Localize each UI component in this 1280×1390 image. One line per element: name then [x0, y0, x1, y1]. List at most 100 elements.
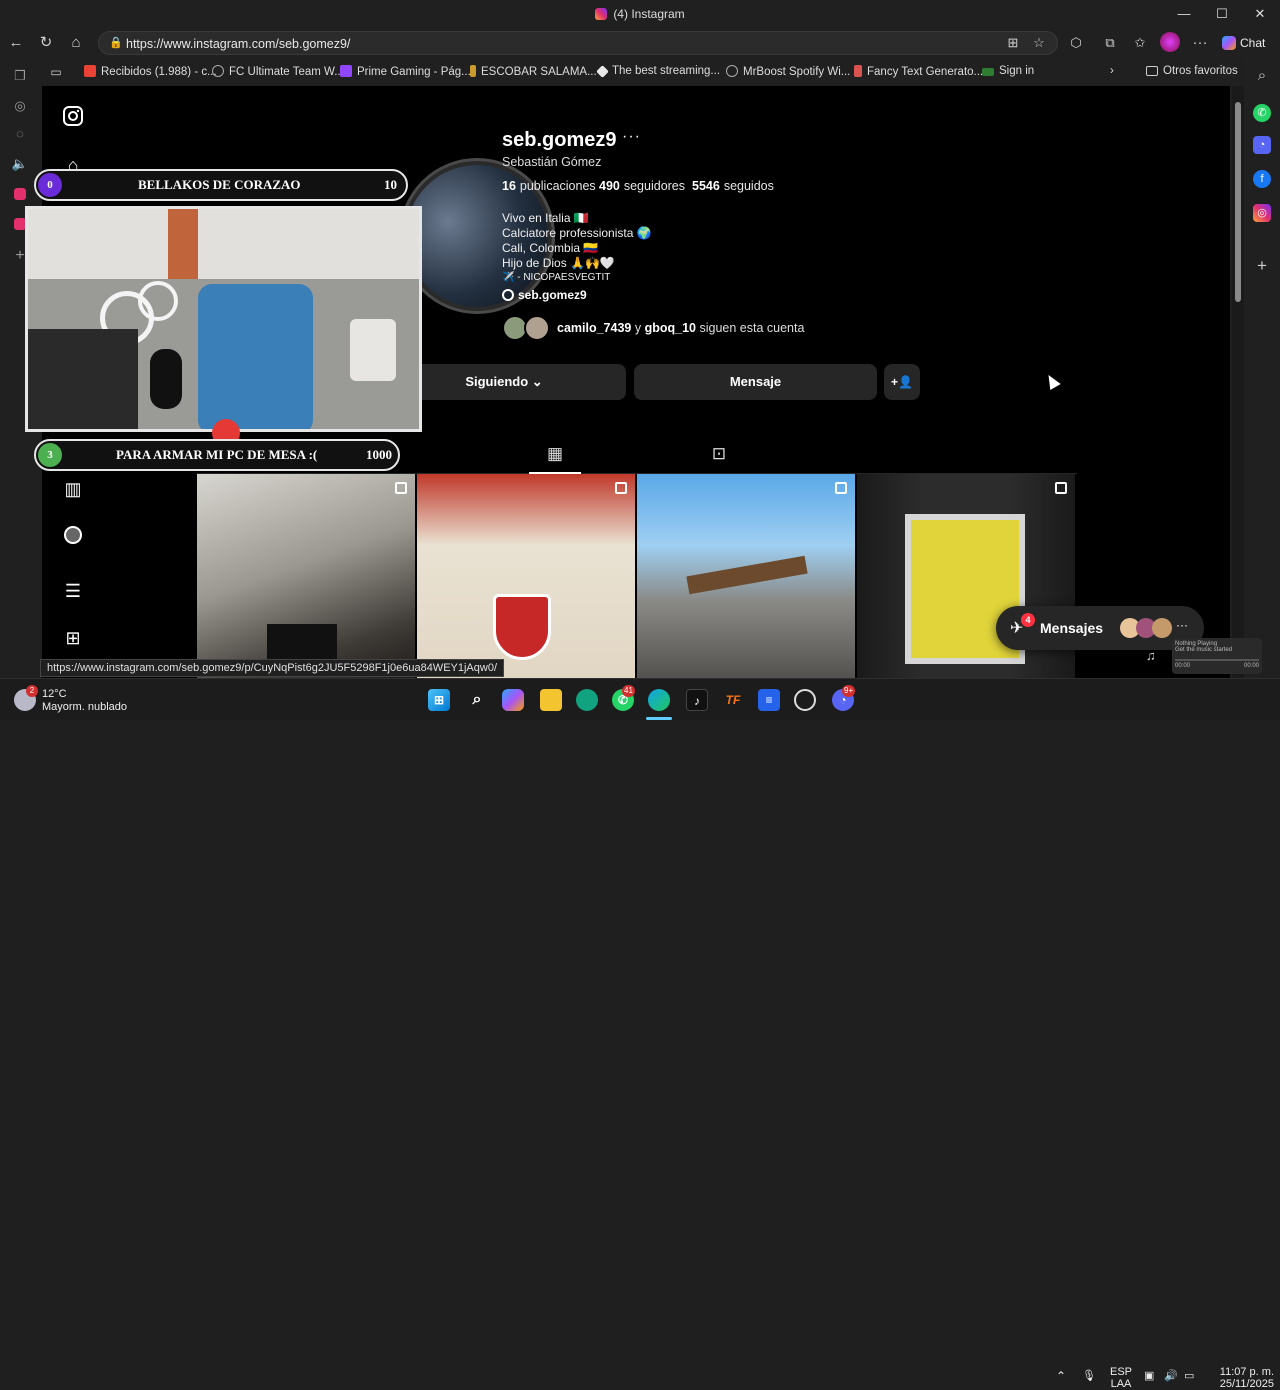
- instagram-logo-icon[interactable]: [62, 105, 84, 127]
- facebook-icon[interactable]: f: [1253, 170, 1271, 188]
- discord-icon[interactable]: ◔: [1253, 136, 1271, 154]
- bookmark-item[interactable]: The best streaming...: [596, 65, 720, 78]
- maximize-button[interactable]: ☐: [1210, 4, 1234, 24]
- battery-icon[interactable]: ▭: [1184, 1369, 1194, 1382]
- bookmark-item[interactable]: MrBoost Spotify Wi...: [726, 65, 850, 78]
- language-indicator[interactable]: ESP LAA: [1106, 1366, 1136, 1390]
- post-thumbnail[interactable]: [417, 474, 635, 678]
- tab-icon[interactable]: ◌: [10, 124, 30, 144]
- music-widget[interactable]: Nothing Playing Get the music started 00…: [1172, 638, 1262, 674]
- home-icon[interactable]: ⌂: [66, 33, 86, 53]
- back-icon[interactable]: ←: [6, 33, 26, 53]
- tiktok-icon[interactable]: ♪: [686, 689, 708, 711]
- bio-line: Cali, Colombia 🇨🇴: [502, 241, 599, 255]
- more-apps-icon[interactable]: ⊞: [62, 627, 84, 649]
- bookmark-item[interactable]: Prime Gaming - Pág...: [340, 65, 471, 78]
- tab-actions-icon[interactable]: ❐: [10, 66, 30, 86]
- discord-badge: 9+: [842, 685, 856, 697]
- other-favorites[interactable]: Otros favoritos: [1146, 65, 1238, 77]
- scoreboard: [267, 624, 337, 664]
- edge-browser-icon[interactable]: [648, 689, 670, 711]
- search-icon[interactable]: ⌕: [466, 689, 488, 711]
- building-sign: [686, 555, 808, 595]
- bookmark-item[interactable]: FC Ultimate Team W...: [212, 65, 344, 78]
- suggest-people-icon[interactable]: +👤: [884, 364, 920, 400]
- menu-icon[interactable]: ☰: [62, 580, 84, 602]
- tab-icon[interactable]: ◎: [10, 96, 30, 116]
- whatsapp-icon[interactable]: ✆: [1253, 104, 1271, 122]
- goal-badge: 3: [38, 443, 62, 467]
- bookmark-item[interactable]: Fancy Text Generato...: [854, 65, 983, 78]
- music-subtitle: Get the music started: [1175, 647, 1233, 653]
- clock[interactable]: 11:07 p. m. 25/11/2025: [1204, 1366, 1274, 1390]
- file-explorer-icon[interactable]: [540, 689, 562, 711]
- minimize-button[interactable]: —: [1172, 4, 1196, 24]
- notepad-icon[interactable]: ≡: [758, 689, 780, 711]
- more-menu-icon[interactable]: ···: [1190, 33, 1210, 53]
- typeframe-icon[interactable]: TF: [722, 689, 744, 711]
- extensions-icon[interactable]: ⬡: [1066, 33, 1086, 53]
- follower-avatar[interactable]: [524, 315, 550, 341]
- favorites-icon[interactable]: ✩: [1130, 33, 1150, 53]
- favorite-star-icon[interactable]: ☆: [1029, 33, 1049, 53]
- following-link[interactable]: 5546 seguidos: [692, 179, 774, 193]
- globe-icon: [212, 65, 224, 77]
- post-thumbnail[interactable]: [637, 474, 855, 678]
- instagram-icon[interactable]: ◎: [1253, 204, 1271, 222]
- profile-full-name: Sebastián Gómez: [502, 155, 602, 169]
- volume-icon[interactable]: 🔊: [1164, 1369, 1178, 1382]
- weather-description[interactable]: Mayorm. nublado: [42, 701, 127, 713]
- dashboard-icon[interactable]: ▥: [62, 478, 84, 500]
- profile-avatar[interactable]: [1160, 32, 1180, 52]
- network-icon[interactable]: ▣: [1144, 1369, 1154, 1382]
- status-url-tooltip: https://www.instagram.com/seb.gomez9/p/C…: [40, 659, 505, 677]
- bookmark-item[interactable]: Sign in: [982, 65, 1034, 77]
- address-bar[interactable]: 🔒 https://www.instagram.com/seb.gomez9/ …: [98, 31, 1058, 55]
- tagged-icon[interactable]: ⊡: [709, 444, 729, 464]
- options-icon[interactable]: ···: [622, 128, 641, 146]
- bookmark-item[interactable]: Recibidos (1.988) - c...: [84, 65, 217, 78]
- message-button[interactable]: Mensaje: [634, 364, 877, 400]
- music-time-total: 00:00: [1243, 663, 1259, 669]
- search-icon[interactable]: ⌕: [1252, 66, 1272, 86]
- post-thumbnail[interactable]: [197, 474, 415, 678]
- page-scrollbar[interactable]: [1232, 86, 1244, 678]
- profile-avatar[interactable]: [64, 526, 82, 544]
- weather-badge: 2: [26, 685, 38, 697]
- right-sidebar: ⌕ ✆ ◔ f ◎ +: [1244, 58, 1280, 678]
- reading-list-icon[interactable]: ▭: [46, 62, 66, 82]
- windows-start-icon[interactable]: ⊞: [428, 689, 450, 711]
- followers-link[interactable]: 490 seguidores: [599, 179, 685, 193]
- apps-icon[interactable]: ⊞: [1003, 33, 1023, 53]
- refresh-icon[interactable]: ↻: [36, 33, 56, 53]
- profile-username: seb.gomez9: [502, 129, 617, 151]
- tray-chevron-icon[interactable]: ⌃: [1056, 1369, 1066, 1383]
- followed-by-text[interactable]: camilo_7439 y gboq_10 siguen esta cuenta: [557, 321, 804, 335]
- microphone-icon[interactable]: 🎙: [1082, 1369, 1096, 1382]
- unread-badge: 4: [1021, 613, 1035, 627]
- bio-line: Calciatore professionista 🌍: [502, 226, 652, 240]
- bookmarks-bar: ▭ Recibidos (1.988) - c... FC Ultimate T…: [40, 58, 1240, 86]
- app-icon[interactable]: [576, 689, 598, 711]
- posts-grid-icon[interactable]: ▦: [545, 444, 565, 464]
- goal-target: 1000: [366, 447, 392, 462]
- bookmark-icon: [854, 65, 862, 77]
- taskbar: 2 ⊞ ⌕ ✆ 41 ♪ TF ≡ ◔ 9+ ⌃ 🎙 ESP LAA ▣ 🔊 ▭ …: [0, 678, 1280, 1390]
- weather-temperature[interactable]: 12°C: [42, 688, 67, 700]
- instagram-tab-icon[interactable]: [14, 188, 26, 200]
- split-screen-icon[interactable]: ⧉: [1100, 33, 1120, 53]
- goal-title: BELLAKOS DE CORAZAO: [138, 177, 301, 192]
- more-icon[interactable]: ···: [1176, 618, 1188, 632]
- bookmarks-more-chevron-icon[interactable]: ›: [1110, 65, 1114, 77]
- music-note-icon: ♫: [1146, 648, 1156, 663]
- bookmark-item[interactable]: ESCOBAR SALAMA...: [470, 65, 597, 78]
- threads-link[interactable]: seb.gomez9: [502, 288, 587, 302]
- steam-icon[interactable]: [794, 689, 816, 711]
- copilot-icon[interactable]: [502, 689, 524, 711]
- close-button[interactable]: ✕: [1248, 4, 1272, 24]
- copilot-chat-button[interactable]: Chat: [1218, 31, 1274, 55]
- bio-line: Vivo en Italia 🇮🇹: [502, 211, 589, 225]
- goal-badge: 0: [38, 173, 62, 197]
- add-icon[interactable]: +: [1252, 256, 1272, 276]
- speaker-icon[interactable]: 🔈: [10, 154, 30, 174]
